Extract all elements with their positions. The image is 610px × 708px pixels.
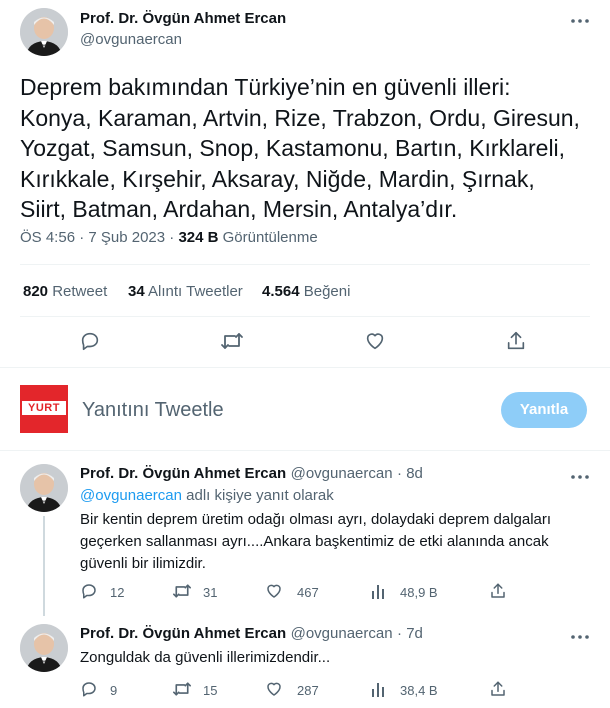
likes-stat[interactable]: 4.564 Beğeni: [262, 283, 350, 300]
views-count: 38,4 B: [400, 683, 438, 698]
divider: [0, 450, 610, 451]
reply-avatar[interactable]: [20, 624, 68, 672]
likes-count: 4.564: [262, 283, 300, 300]
reply-time[interactable]: · 8d: [397, 465, 423, 482]
reply-author-name[interactable]: Prof. Dr. Övgün Ahmet Ercan: [80, 465, 286, 482]
like-icon[interactable]: [265, 680, 283, 698]
views-count: 48,9 B: [400, 585, 438, 600]
thread-line: [43, 516, 45, 616]
quotes-label: Alıntı Tweetler: [148, 283, 243, 300]
tweet-meta: ÖS 4:56 · 7 Şub 2023 · 324 B Görüntülenm…: [20, 229, 318, 246]
divider: [0, 367, 610, 368]
reply-author-name[interactable]: Prof. Dr. Övgün Ahmet Ercan: [80, 625, 286, 642]
reply-icon[interactable]: [80, 680, 98, 698]
likes-label: Beğeni: [303, 283, 351, 300]
more-icon[interactable]: [570, 630, 590, 641]
like-count: 467: [297, 585, 319, 600]
reply-count: 12: [110, 585, 125, 600]
like-icon[interactable]: [265, 582, 283, 600]
views-label: Görüntülenme: [222, 229, 318, 246]
divider: [20, 264, 590, 265]
views-icon[interactable]: [370, 582, 388, 600]
reply-text: Zonguldak da güvenli illerimizdendir...: [80, 649, 331, 666]
retweet-icon[interactable]: [172, 582, 192, 600]
like-count: 287: [297, 683, 319, 698]
reply-avatar[interactable]: [20, 464, 68, 512]
more-icon[interactable]: [570, 14, 590, 25]
author-name[interactable]: Prof. Dr. Övgün Ahmet Ercan: [80, 10, 286, 27]
composer-avatar: YURT: [20, 385, 68, 433]
replying-to-link[interactable]: @ovgunaercan: [80, 487, 182, 504]
author-handle[interactable]: @ovgunaercan: [80, 31, 182, 48]
retweets-stat[interactable]: 820 Retweet: [23, 283, 107, 300]
share-icon[interactable]: [489, 680, 507, 698]
share-icon[interactable]: [489, 582, 507, 600]
tweet-timestamp[interactable]: ÖS 4:56 · 7 Şub 2023 ·: [20, 229, 174, 246]
reply-button[interactable]: Yanıtla: [501, 392, 587, 428]
reply-count: 9: [110, 683, 118, 698]
reply-time[interactable]: · 7d: [397, 625, 423, 642]
like-icon[interactable]: [364, 330, 386, 352]
divider: [20, 316, 590, 317]
quotes-count: 34: [128, 283, 145, 300]
reply-author-handle[interactable]: @ovgunaercan: [291, 625, 393, 642]
tweet-text: Deprem bakımından Türkiye’nin en güvenli…: [20, 74, 580, 222]
replying-to: @ovgunaercan adlı kişiye yanıt olarak: [80, 487, 334, 504]
replying-to-suffix: adlı kişiye yanıt olarak: [181, 487, 334, 504]
retweet-count: 31: [203, 585, 218, 600]
reply-input[interactable]: Yanıtını Tweetle: [82, 399, 224, 422]
retweets-count: 820: [23, 283, 49, 300]
reply-header: Prof. Dr. Övgün Ahmet Ercan @ovgunaercan…: [80, 625, 423, 643]
quotes-stat[interactable]: 34 Alıntı Tweetler: [128, 283, 243, 300]
reply-text: Bir kentin deprem üretim odağı olması ay…: [80, 511, 552, 572]
retweets-label: Retweet: [52, 283, 108, 300]
retweet-count: 15: [203, 683, 218, 698]
reply-icon[interactable]: [80, 582, 98, 600]
composer-avatar-text: YURT: [22, 401, 66, 415]
reply-header: Prof. Dr. Övgün Ahmet Ercan @ovgunaercan…: [80, 465, 423, 483]
retweet-icon[interactable]: [220, 330, 244, 352]
views-count: 324 B: [178, 229, 219, 246]
share-icon[interactable]: [505, 330, 527, 352]
reply-author-handle[interactable]: @ovgunaercan: [291, 465, 393, 482]
more-icon[interactable]: [570, 470, 590, 481]
author-avatar[interactable]: [20, 8, 68, 56]
views-icon[interactable]: [370, 680, 388, 698]
retweet-icon[interactable]: [172, 680, 192, 698]
reply-icon[interactable]: [79, 330, 101, 352]
